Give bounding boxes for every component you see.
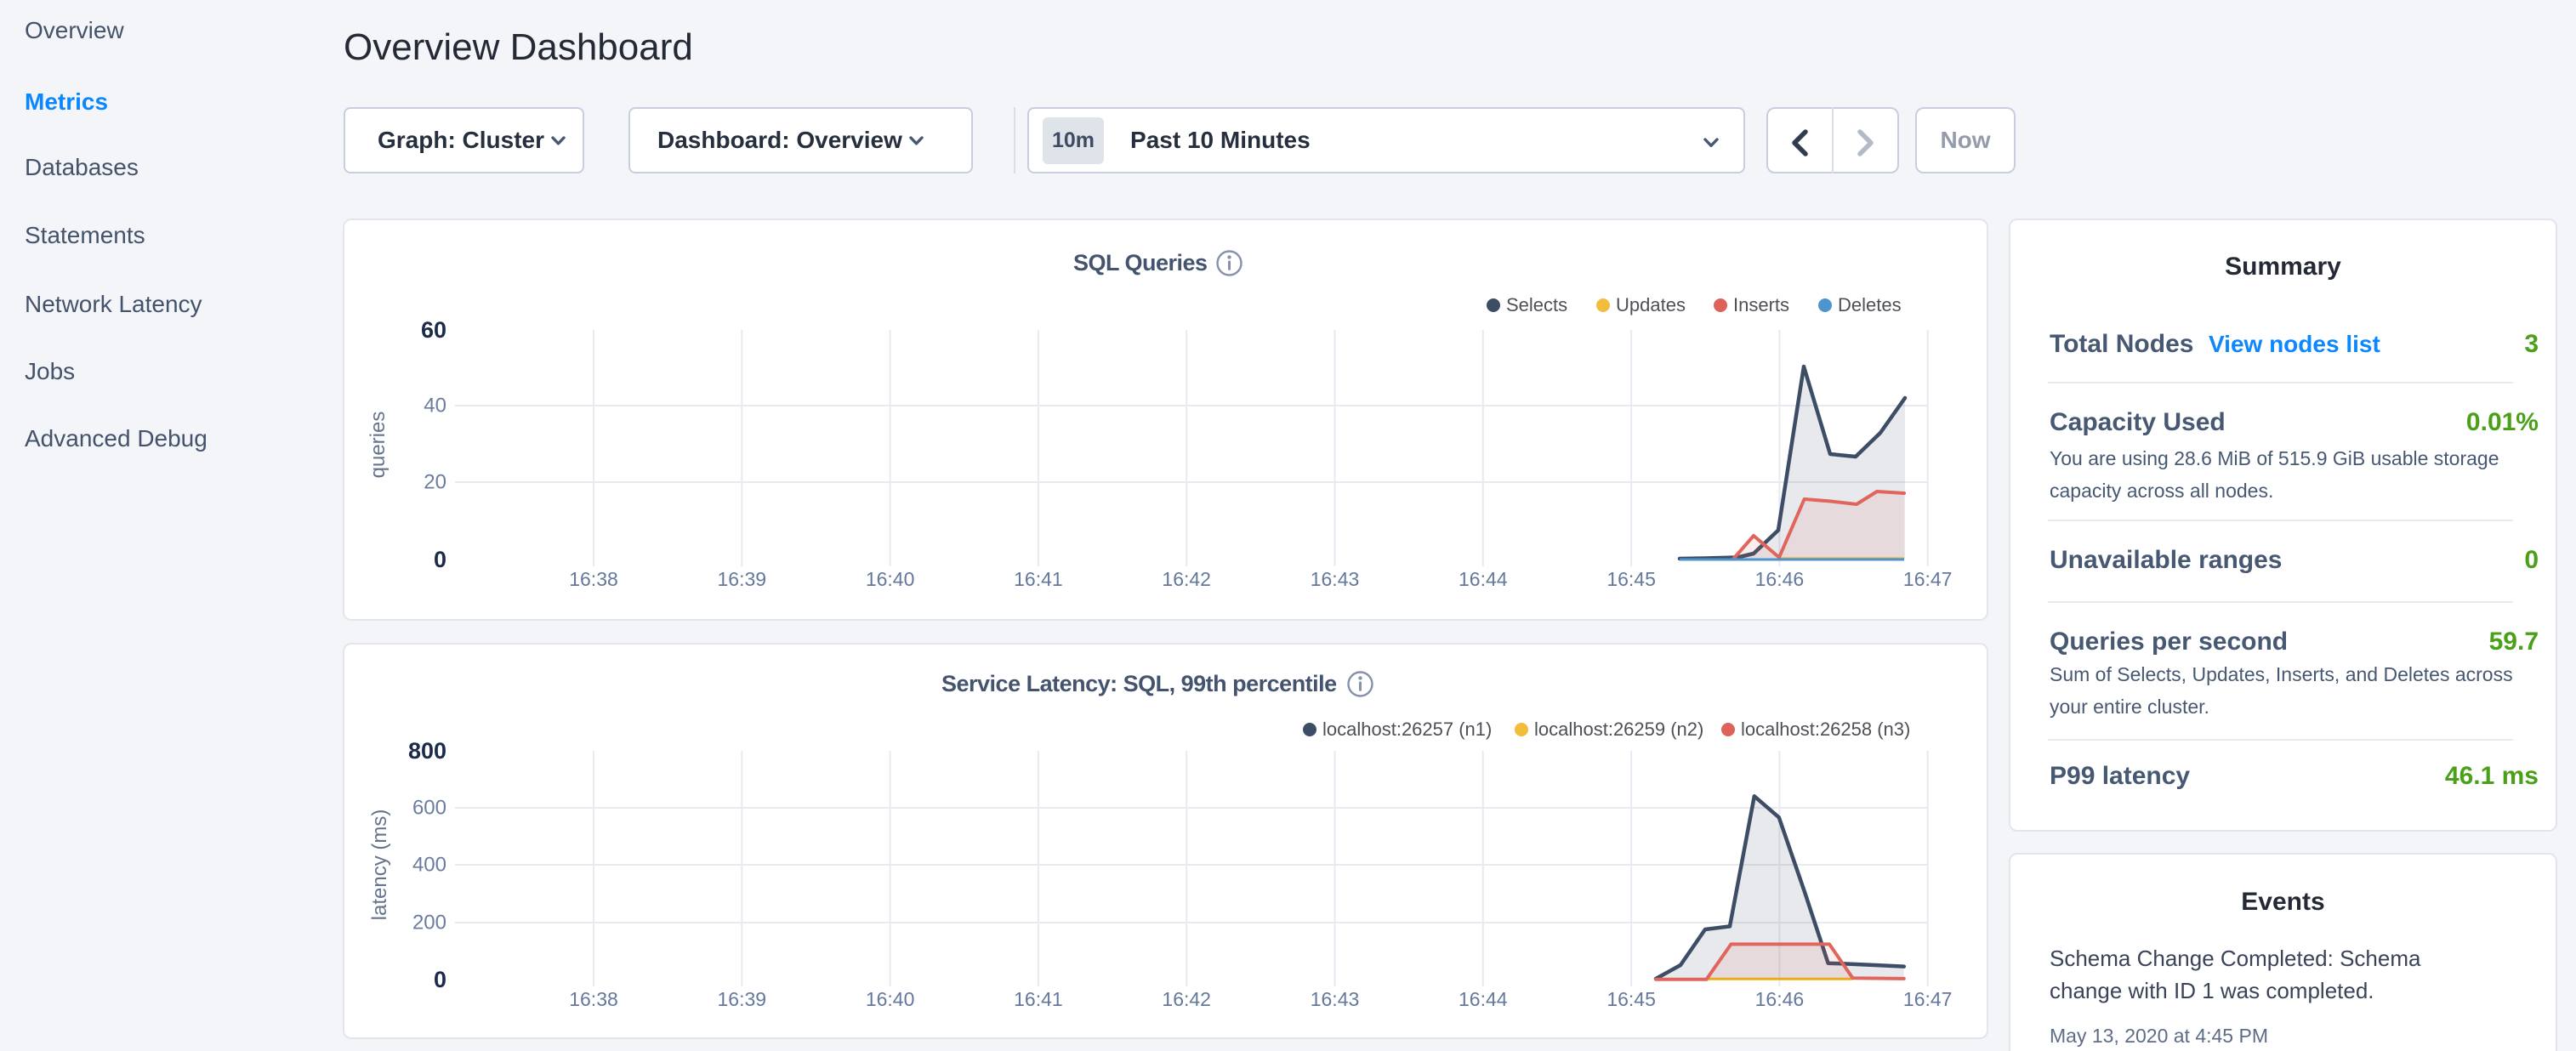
svg-text:16:47: 16:47: [1903, 568, 1953, 590]
svg-text:40: 40: [424, 395, 446, 418]
svg-text:16:44: 16:44: [1459, 988, 1508, 1010]
svg-text:16:43: 16:43: [1311, 988, 1360, 1010]
svg-text:16:46: 16:46: [1755, 568, 1805, 590]
svg-text:0: 0: [434, 547, 446, 572]
svg-text:16:47: 16:47: [1903, 988, 1953, 1010]
svg-text:16:40: 16:40: [866, 568, 915, 590]
svg-text:16:41: 16:41: [1014, 568, 1063, 590]
svg-text:16:45: 16:45: [1606, 568, 1656, 590]
svg-text:16:45: 16:45: [1606, 988, 1656, 1010]
svg-text:0: 0: [434, 967, 446, 992]
svg-text:latency (ms): latency (ms): [368, 810, 391, 921]
svg-text:20: 20: [424, 471, 446, 494]
svg-text:16:38: 16:38: [569, 568, 618, 590]
svg-text:16:42: 16:42: [1162, 568, 1211, 590]
svg-text:16:41: 16:41: [1014, 988, 1063, 1010]
svg-text:16:39: 16:39: [718, 568, 767, 590]
svg-text:16:44: 16:44: [1459, 568, 1508, 590]
svg-text:800: 800: [408, 738, 446, 764]
svg-text:16:43: 16:43: [1311, 568, 1360, 590]
svg-text:400: 400: [412, 854, 446, 877]
svg-text:60: 60: [421, 317, 446, 343]
svg-text:16:40: 16:40: [866, 988, 915, 1010]
svg-text:16:39: 16:39: [718, 988, 767, 1010]
svg-text:16:42: 16:42: [1162, 988, 1211, 1010]
svg-text:200: 200: [412, 912, 446, 935]
svg-text:16:46: 16:46: [1755, 988, 1805, 1010]
svg-text:16:38: 16:38: [569, 988, 618, 1010]
svg-text:600: 600: [412, 797, 446, 820]
svg-text:queries: queries: [367, 412, 390, 479]
